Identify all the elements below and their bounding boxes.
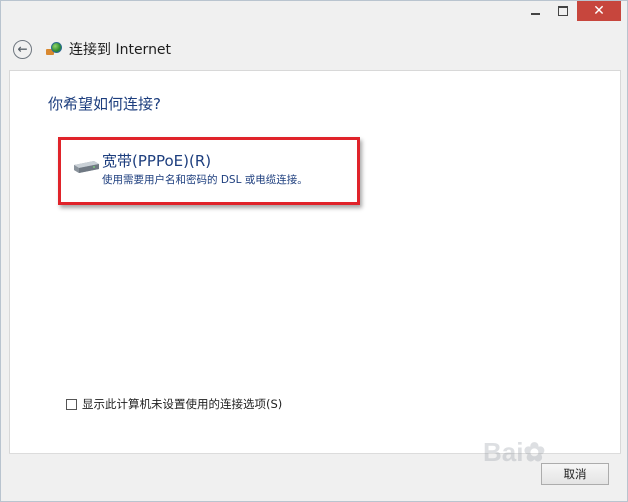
- show-unsupported-row[interactable]: 显示此计算机未设置使用的连接选项(S): [66, 396, 282, 412]
- wizard-window: ✕ ← 连接到 Internet 你希望如何连接? 宽带(PPPoE)(R) 使…: [0, 0, 628, 502]
- close-icon: ✕: [593, 3, 605, 19]
- modem-icon: [74, 161, 99, 173]
- close-button[interactable]: ✕: [577, 1, 621, 21]
- cancel-button[interactable]: 取消: [541, 463, 609, 485]
- minimize-icon: [530, 13, 540, 15]
- content-panel: 你希望如何连接? 宽带(PPPoE)(R) 使用需要用户名和密码的 DSL 或电…: [9, 70, 621, 454]
- back-button[interactable]: ←: [13, 39, 32, 59]
- footer-bar: 取消: [9, 453, 621, 501]
- option-description: 使用需要用户名和密码的 DSL 或电缆连接。: [102, 174, 308, 186]
- maximize-button[interactable]: [549, 1, 577, 21]
- show-unsupported-label[interactable]: 显示此计算机未设置使用的连接选项(S): [82, 396, 282, 412]
- option-title: 宽带(PPPoE)(R): [102, 152, 212, 170]
- nav-row: ← 连接到 Internet: [13, 35, 171, 63]
- back-arrow-icon: ←: [17, 42, 28, 56]
- globe-shape: [51, 42, 62, 53]
- caption-buttons: ✕: [521, 1, 621, 23]
- maximize-icon: [558, 6, 568, 16]
- minimize-button[interactable]: [521, 1, 549, 21]
- wizard-title: 连接到 Internet: [69, 42, 172, 58]
- network-globe-icon: [46, 41, 62, 57]
- option-broadband-pppoe[interactable]: 宽带(PPPoE)(R) 使用需要用户名和密码的 DSL 或电缆连接。: [66, 145, 358, 201]
- page-heading: 你希望如何连接?: [48, 95, 161, 113]
- show-unsupported-checkbox[interactable]: [66, 398, 77, 410]
